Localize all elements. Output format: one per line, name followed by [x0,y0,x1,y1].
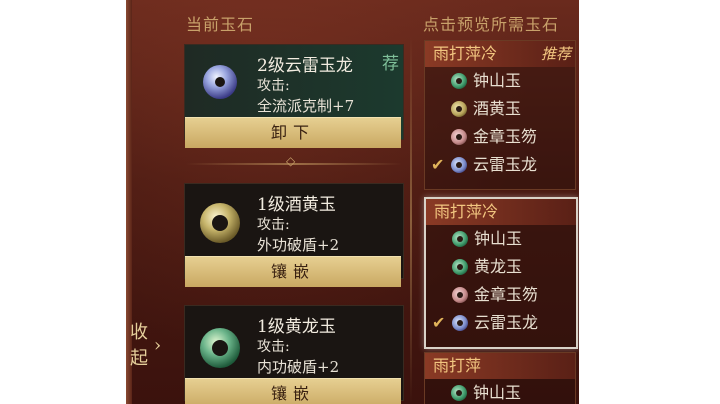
inlay-button[interactable]: 镶嵌 [185,256,401,287]
jade-inlay-panel: 当前玉石 点击预览所需玉石 2级云雷玉龙 荐 攻击: 全流派克制+7 卸下 ◇ … [126,0,579,404]
current-jade-title: 当前玉石 [186,15,255,34]
green-jade-icon [451,73,467,89]
pink-jade-icon [452,287,468,303]
recipe-item[interactable]: ✔ 云雷玉龙 [425,151,575,179]
collapse-button[interactable]: 收起 [126,320,152,372]
recipe-card-2[interactable]: 雨打萍冷 钟山玉 黄龙玉 金章玉笏 ✔ 云雷玉龙 [424,197,578,349]
unequip-button[interactable]: 卸下 [185,117,401,148]
inlay-button[interactable]: 镶嵌 [185,378,401,404]
blue-jade-icon [451,157,467,173]
blue-jade-icon [193,55,247,109]
jade-card-2[interactable]: 1级酒黄玉 攻击: 外功破盾+2 镶嵌 [184,183,404,287]
jade-attr-label: 攻击: [257,78,290,94]
green-jade-icon [451,385,467,401]
recommend-tag: 荐 [382,54,399,74]
recipe-card-3[interactable]: 雨打萍 钟山玉 [424,352,576,404]
jade-attr-label: 攻击: [257,339,290,355]
jade-name: 1级黄龙玉 [257,317,336,337]
recipe-item[interactable]: 钟山玉 [425,67,575,95]
recipe-item[interactable]: 金章玉笏 [426,281,576,309]
recipe-item[interactable]: 钟山玉 [425,379,575,404]
card-divider [186,154,402,168]
vertical-divider [410,36,412,404]
recipe-item[interactable]: 钟山玉 [426,225,576,253]
jade-effect: 全流派克制+7 [257,97,355,115]
yellow-jade-icon [451,101,467,117]
recipe-item[interactable]: ✔ 云雷玉龙 [426,309,576,337]
checkmark-icon: ✔ [432,313,446,332]
recipe-item[interactable]: 酒黄玉 [425,95,575,123]
recipe-card-1[interactable]: 雨打萍冷 推荐 钟山玉 酒黄玉 金章玉笏 ✔ 云雷玉龙 [424,40,576,190]
jade-effect: 外功破盾+2 [257,236,340,254]
required-jade-title: 点击预览所需玉石 [423,15,560,34]
pink-jade-icon [451,129,467,145]
green-jade-icon [193,316,247,370]
recipe-item[interactable]: 黄龙玉 [426,253,576,281]
recipe-title: 雨打萍冷 [426,199,576,225]
jade-effect: 内功破盾+2 [257,358,340,376]
jade-name: 1级酒黄玉 [257,195,336,215]
chevron-right-icon[interactable]: › [154,335,161,356]
jade-attr-label: 攻击: [257,217,290,233]
recipe-item[interactable]: 金章玉笏 [425,123,575,151]
recipe-title: 雨打萍 [425,353,575,379]
yellow-jade-icon [193,194,247,248]
checkmark-icon: ✔ [431,155,445,174]
green-jade-icon [452,231,468,247]
green-jade-icon [452,259,468,275]
jade-card-1[interactable]: 2级云雷玉龙 荐 攻击: 全流派克制+7 卸下 [184,44,404,148]
jade-card-3[interactable]: 1级黄龙玉 攻击: 内功破盾+2 镶嵌 [184,305,404,404]
blue-jade-icon [452,315,468,331]
recommend-badge: 推荐 [540,45,571,63]
jade-name: 2级云雷玉龙 [257,56,353,76]
